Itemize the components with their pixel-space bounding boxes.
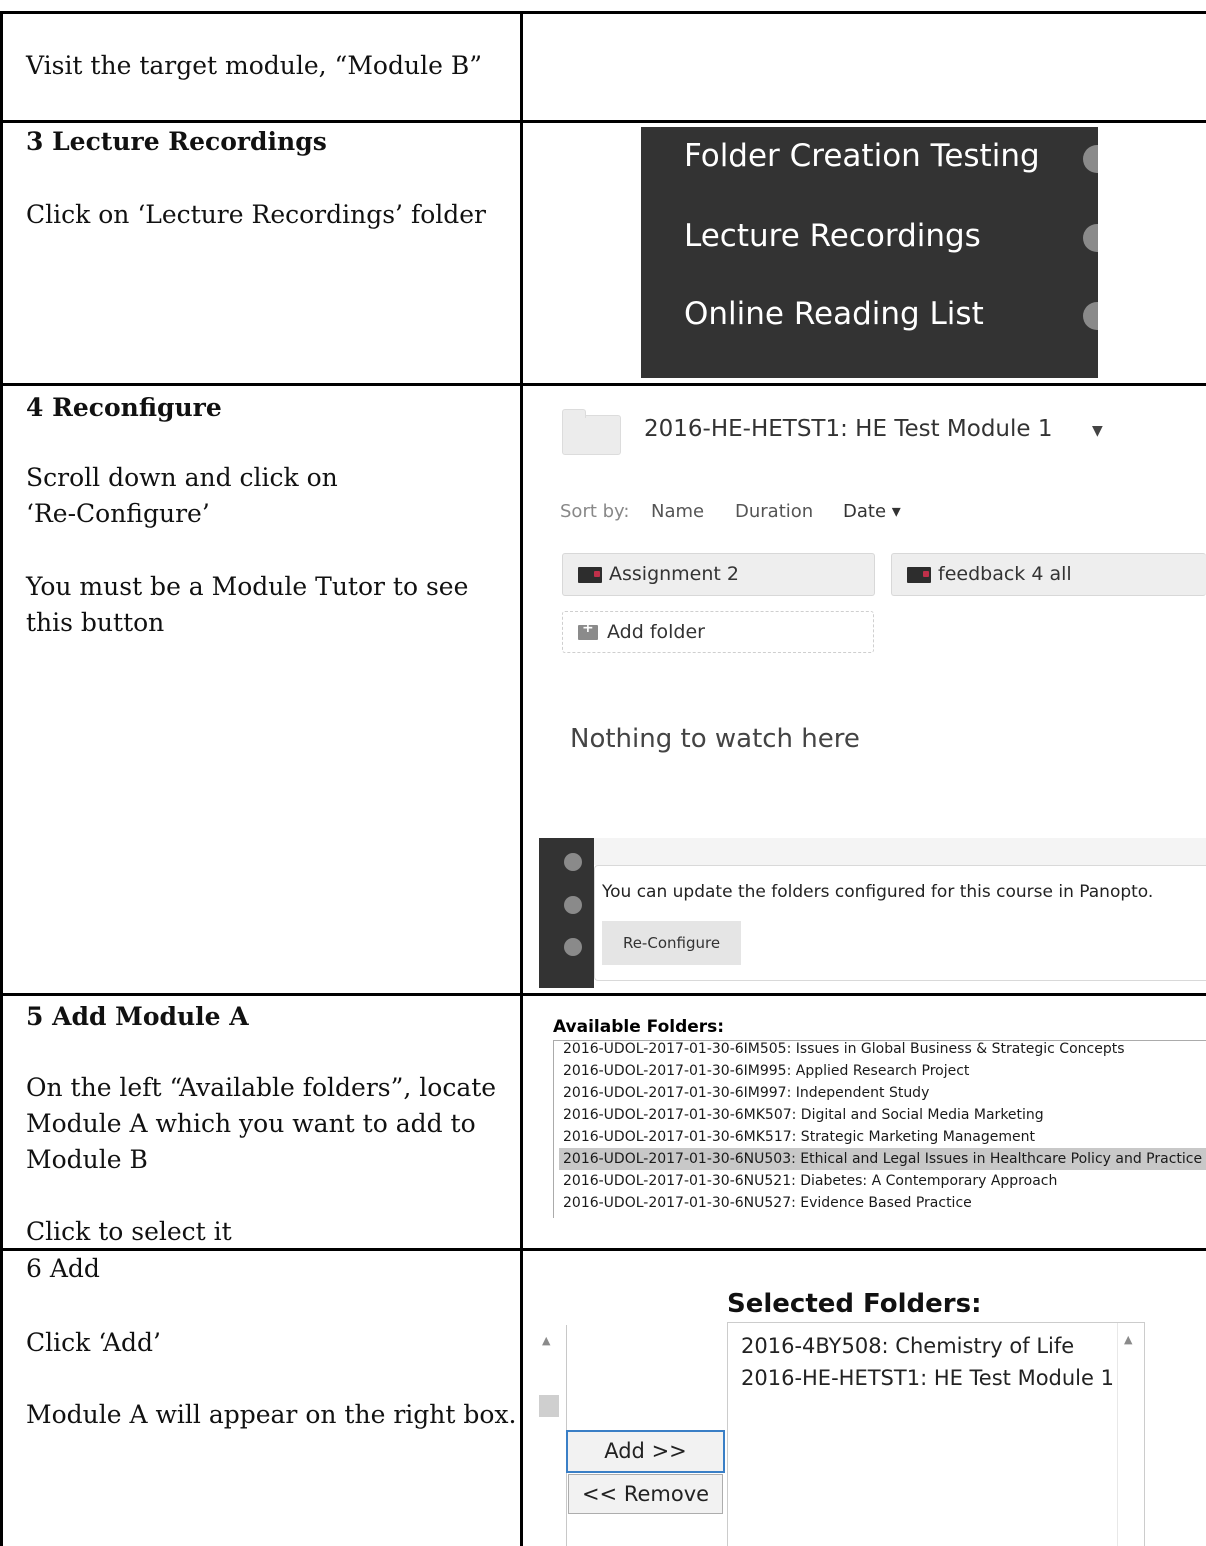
folder-icon	[562, 409, 621, 455]
available-folder-item-selected[interactable]: 2016-UDOL-2017-01-30-6NU503: Ethical and…	[563, 1148, 1202, 1170]
step6-heading: 6 Add	[26, 1254, 100, 1283]
available-folders-heading: Available Folders:	[553, 1017, 725, 1037]
folder-chip-label: feedback 4 all	[938, 563, 1072, 585]
step3-heading-text: 3 Lecture Recordings	[26, 127, 327, 156]
table-left-border	[0, 11, 3, 1546]
sort-by-date[interactable]: Date ▾	[843, 501, 901, 522]
chevron-icon[interactable]	[564, 938, 582, 956]
add-folder-label: Add folder	[607, 621, 705, 643]
step5-text-2: Click to select it	[26, 1217, 232, 1246]
step3-heading: 3 Lecture Recordings	[26, 124, 327, 160]
dropdown-triangle-icon[interactable]: ▼	[1092, 423, 1103, 439]
available-folder-item[interactable]: 2016-UDOL-2017-01-30-6MK517: Strategic M…	[563, 1126, 1035, 1148]
step4-line: You must be a Module Tutor to see	[26, 572, 469, 601]
step4-text-2: You must be a Module Tutor to see this b…	[26, 569, 468, 641]
table-column-divider	[520, 11, 523, 1546]
scroll-up-arrow-icon[interactable]: ▲	[1124, 1333, 1132, 1346]
step5-line: Module A which you want to add to	[26, 1109, 476, 1138]
sort-by-duration[interactable]: Duration	[735, 501, 813, 522]
reconfigure-info-text: You can update the folders configured fo…	[602, 882, 1154, 902]
scroll-up-arrow-icon[interactable]: ▲	[542, 1334, 550, 1347]
row-divider	[0, 120, 1206, 123]
step6-text-2: Module A will appear on the right box.	[26, 1400, 517, 1429]
empty-state-message: Nothing to watch here	[570, 724, 860, 754]
step5-heading: 5 Add Module A	[26, 999, 249, 1035]
available-folder-item[interactable]: 2016-UDOL-2017-01-30-6IM995: Applied Res…	[563, 1060, 969, 1082]
remove-button[interactable]: << Remove	[568, 1474, 723, 1514]
selected-folder-item[interactable]: 2016-HE-HETST1: HE Test Module 1	[741, 1366, 1114, 1390]
step5-text-1: On the left “Available folders”, locate …	[26, 1070, 496, 1178]
menu-chevron-icon[interactable]	[1083, 145, 1098, 173]
scrollbar-thumb[interactable]	[539, 1395, 559, 1417]
info-header	[594, 838, 1206, 865]
folder-icon	[907, 567, 931, 583]
reconfigure-button[interactable]: Re-Configure	[602, 921, 741, 965]
menu-chevron-icon[interactable]	[1083, 302, 1098, 330]
folder-chip-assignment-2[interactable]: Assignment 2	[562, 553, 875, 596]
chevron-icon[interactable]	[564, 896, 582, 914]
row-divider	[0, 383, 1206, 386]
chevron-icon[interactable]	[564, 853, 582, 871]
visit-module-text: Visit the target module, “Module B”	[26, 51, 482, 80]
selected-folders-heading: Selected Folders:	[727, 1289, 982, 1319]
step4-text-1: Scroll down and click on ‘Re-Configure’	[26, 460, 338, 532]
course-menu: Folder Creation Testing Lecture Recordin…	[641, 127, 1098, 378]
available-folder-item[interactable]: 2016-UDOL-2017-01-30-6NU521: Diabetes: A…	[563, 1170, 1057, 1192]
step4-line: ‘Re-Configure’	[26, 499, 210, 528]
folder-icon	[578, 567, 602, 583]
available-folder-item[interactable]: 2016-UDOL-2017-01-30-6NU527: Evidence Ba…	[563, 1192, 972, 1214]
selected-list-scrollbar[interactable]	[1117, 1323, 1145, 1546]
folder-chip-feedback[interactable]: feedback 4 all	[891, 553, 1206, 596]
step4-heading: 4 Reconfigure	[26, 390, 222, 426]
available-list-scrollbar[interactable]	[539, 1325, 567, 1546]
step4-line: this button	[26, 608, 165, 637]
selected-folder-item[interactable]: 2016-4BY508: Chemistry of Life	[741, 1334, 1074, 1358]
sort-label: Sort by:	[560, 501, 630, 522]
step6-text-1: Click ‘Add’	[26, 1328, 161, 1357]
step4-line: Scroll down and click on	[26, 463, 338, 492]
row-divider	[0, 993, 1206, 996]
add-folder-button[interactable]: Add folder	[562, 611, 874, 653]
step5-line: On the left “Available folders”, locate	[26, 1073, 497, 1102]
step5-line: Module B	[26, 1145, 148, 1174]
add-button[interactable]: Add >>	[566, 1430, 725, 1473]
menu-item-folder-creation-testing[interactable]: Folder Creation Testing	[684, 138, 1040, 174]
menu-item-online-reading-list[interactable]: Online Reading List	[684, 296, 984, 332]
available-folder-item[interactable]: 2016-UDOL-2017-01-30-6MK507: Digital and…	[563, 1104, 1044, 1126]
step3-text: Click on ‘Lecture Recordings’ folder	[26, 200, 486, 229]
menu-item-lecture-recordings[interactable]: Lecture Recordings	[684, 218, 981, 254]
sidebar-strip	[539, 838, 594, 988]
step5-heading-text: 5 Add Module A	[26, 1002, 249, 1031]
folder-chip-label: Assignment 2	[609, 563, 739, 585]
sort-by-name[interactable]: Name	[651, 501, 704, 522]
step4-heading-text: 4 Reconfigure	[26, 393, 222, 422]
panopto-folder-title[interactable]: 2016-HE-HETST1: HE Test Module 1	[644, 416, 1053, 442]
add-folder-icon	[578, 620, 598, 640]
table-top-border	[0, 11, 1206, 14]
available-folder-item[interactable]: 2016-UDOL-2017-01-30-6IM997: Independent…	[563, 1082, 929, 1104]
available-folder-item[interactable]: 2016-UDOL-2017-01-30-6IM505: Issues in G…	[563, 1038, 1125, 1060]
menu-chevron-icon[interactable]	[1083, 224, 1098, 252]
